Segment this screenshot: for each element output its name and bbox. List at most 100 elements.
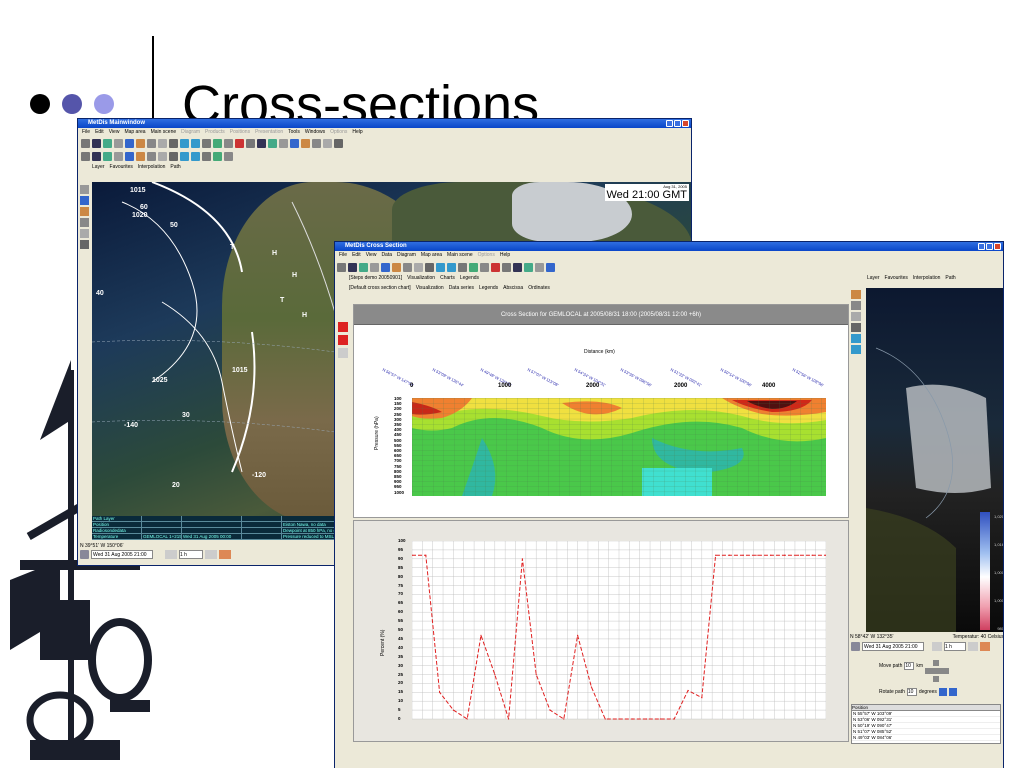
cross-tb-tool-icon-19[interactable] [546,262,555,272]
cross-tb-tool-icon-3[interactable] [370,262,379,272]
cross-tab1-menu-3[interactable]: Legends [460,274,479,284]
main-tb2-tool-icon-2[interactable] [103,151,112,161]
main-tb1-tool-icon-23[interactable] [334,138,343,148]
main-tb2-tool-icon-12[interactable] [213,151,222,161]
main-tb1-tool-icon-11[interactable] [202,138,211,148]
cross-tb-tool-icon-12[interactable] [469,262,478,272]
cross-tb-tool-icon-17[interactable] [524,262,533,272]
main-tb2-tool-icon-13[interactable] [224,151,233,161]
main-menu-2[interactable]: View [109,128,120,137]
main-menu-6[interactable]: Products [205,128,225,137]
main-tb1-tool-icon-20[interactable] [301,138,310,148]
cross-menu-7[interactable]: Options [478,251,495,260]
main-tb1-tool-icon-19[interactable] [290,138,299,148]
main-layer-menu-3[interactable]: Path [170,163,180,173]
step-back-button[interactable] [165,550,177,559]
arrow-up-icon[interactable] [933,660,939,666]
main-layer-menu-2[interactable]: Interpolation [138,163,166,173]
cross-tb-tool-icon-5[interactable] [392,262,401,272]
main-tb1-tool-icon-2[interactable] [103,138,112,148]
cross-menu-2[interactable]: View [366,251,377,260]
cross-tb-tool-icon-10[interactable] [447,262,456,272]
cross-tab1-menu-2[interactable]: Charts [440,274,455,284]
arrow-horizontal-icon[interactable] [925,668,949,674]
right-step-forward-button[interactable] [968,642,978,651]
main-tb1-tool-icon-0[interactable] [81,138,90,148]
cross-tb-tool-icon-1[interactable] [348,262,357,272]
animate-button[interactable] [219,550,231,559]
main-menu-9[interactable]: Tools [288,128,300,137]
rotate-ccw-icon[interactable] [938,688,947,696]
cross-tab2-menu-2[interactable]: Data series [449,284,474,294]
cross-tb-tool-icon-6[interactable] [403,262,412,272]
right-time-field[interactable]: Wed 31 Aug 2005 21:00 [862,642,924,651]
right-side-tool-icon-2[interactable] [851,312,861,321]
cross-menu-4[interactable]: Diagram [397,251,416,260]
main-tb2-tool-icon-10[interactable] [191,151,200,161]
right-side-tool-icon-5[interactable] [851,345,861,354]
main-menu-11[interactable]: Options [330,128,347,137]
position-list-item[interactable]: N 49°03' W 084°06' [852,735,1000,741]
right-layer-menu-3[interactable]: Path [945,274,955,286]
main-tb1-tool-icon-12[interactable] [213,138,222,148]
right-side-tool-icon-0[interactable] [851,290,861,299]
main-tb2-tool-icon-9[interactable] [180,151,189,161]
right-step-field[interactable]: 1 h [944,642,966,651]
main-side-tool-icon-5[interactable] [80,240,89,249]
cross-tb-tool-icon-16[interactable] [513,262,522,272]
move-path-input[interactable]: 10 [904,662,915,670]
cross-menu-5[interactable]: Map area [421,251,442,260]
main-menu-7[interactable]: Positions [230,128,250,137]
main-menu-3[interactable]: Map area [124,128,145,137]
main-layer-menu-1[interactable]: Favourites [110,163,133,173]
main-menu-4[interactable]: Main scene [151,128,177,137]
cross-tb-tool-icon-11[interactable] [458,262,467,272]
main-side-tool-icon-1[interactable] [80,196,89,205]
cross-tb-tool-icon-7[interactable] [414,262,423,272]
cross-tab2-menu-4[interactable]: Abscissa [503,284,523,294]
main-tb1-tool-icon-7[interactable] [158,138,167,148]
main-menu-12[interactable]: Help [352,128,362,137]
cross-menu-3[interactable]: Data [381,251,392,260]
calendar-icon[interactable] [80,550,89,559]
main-tb1-tool-icon-10[interactable] [191,138,200,148]
main-tb1-tool-icon-5[interactable] [136,138,145,148]
cross-tab2-menu-0[interactable]: [Default cross section chart] [349,284,411,294]
main-menu-1[interactable]: Edit [95,128,104,137]
main-tb2-tool-icon-3[interactable] [114,151,123,161]
main-menu-5[interactable]: Diagram [181,128,200,137]
main-time-field[interactable]: Wed 31 Aug 2005 21:00 [91,550,153,559]
rotate-cw-icon[interactable] [948,688,957,696]
step-forward-button[interactable] [205,550,217,559]
cross-close-button[interactable] [994,243,1001,250]
main-tb1-tool-icon-3[interactable] [114,138,123,148]
right-layer-menu-1[interactable]: Favourites [885,274,908,286]
cross-tb-tool-icon-4[interactable] [381,262,390,272]
cross-window-titlebar[interactable]: MetDis Cross Section [335,242,1003,251]
main-tb1-tool-icon-16[interactable] [257,138,266,148]
cross-tb-tool-icon-0[interactable] [337,262,346,272]
main-side-tool-icon-4[interactable] [80,229,89,238]
right-layer-menu-2[interactable]: Interpolation [913,274,941,286]
main-menu-8[interactable]: Presentation [255,128,283,137]
cross-tb-tool-icon-2[interactable] [359,262,368,272]
minimize-button[interactable] [666,120,673,127]
cross-side-tool-icon-1[interactable] [338,335,348,345]
right-side-tool-icon-1[interactable] [851,301,861,310]
cross-tb-tool-icon-8[interactable] [425,262,434,272]
right-side-tool-icon-3[interactable] [851,323,861,332]
main-tb2-tool-icon-4[interactable] [125,151,134,161]
main-tb1-tool-icon-4[interactable] [125,138,134,148]
close-button[interactable] [682,120,689,127]
main-menu-0[interactable]: File [82,128,90,137]
main-menu-10[interactable]: Windows [305,128,325,137]
cross-menu-0[interactable]: File [339,251,347,260]
main-tb2-tool-icon-11[interactable] [202,151,211,161]
main-window-titlebar[interactable]: MetDis Mainwindow [78,119,691,128]
cross-tb-tool-icon-9[interactable] [436,262,445,272]
cross-tab1-menu-0[interactable]: [Steps demo 20050901] [349,274,402,284]
main-layer-menu-0[interactable]: Layer [92,163,105,173]
cross-tab2-menu-1[interactable]: Visualization [416,284,444,294]
cross-tab1-menu-1[interactable]: Visualization [407,274,435,284]
arrow-down-icon[interactable] [933,676,939,682]
